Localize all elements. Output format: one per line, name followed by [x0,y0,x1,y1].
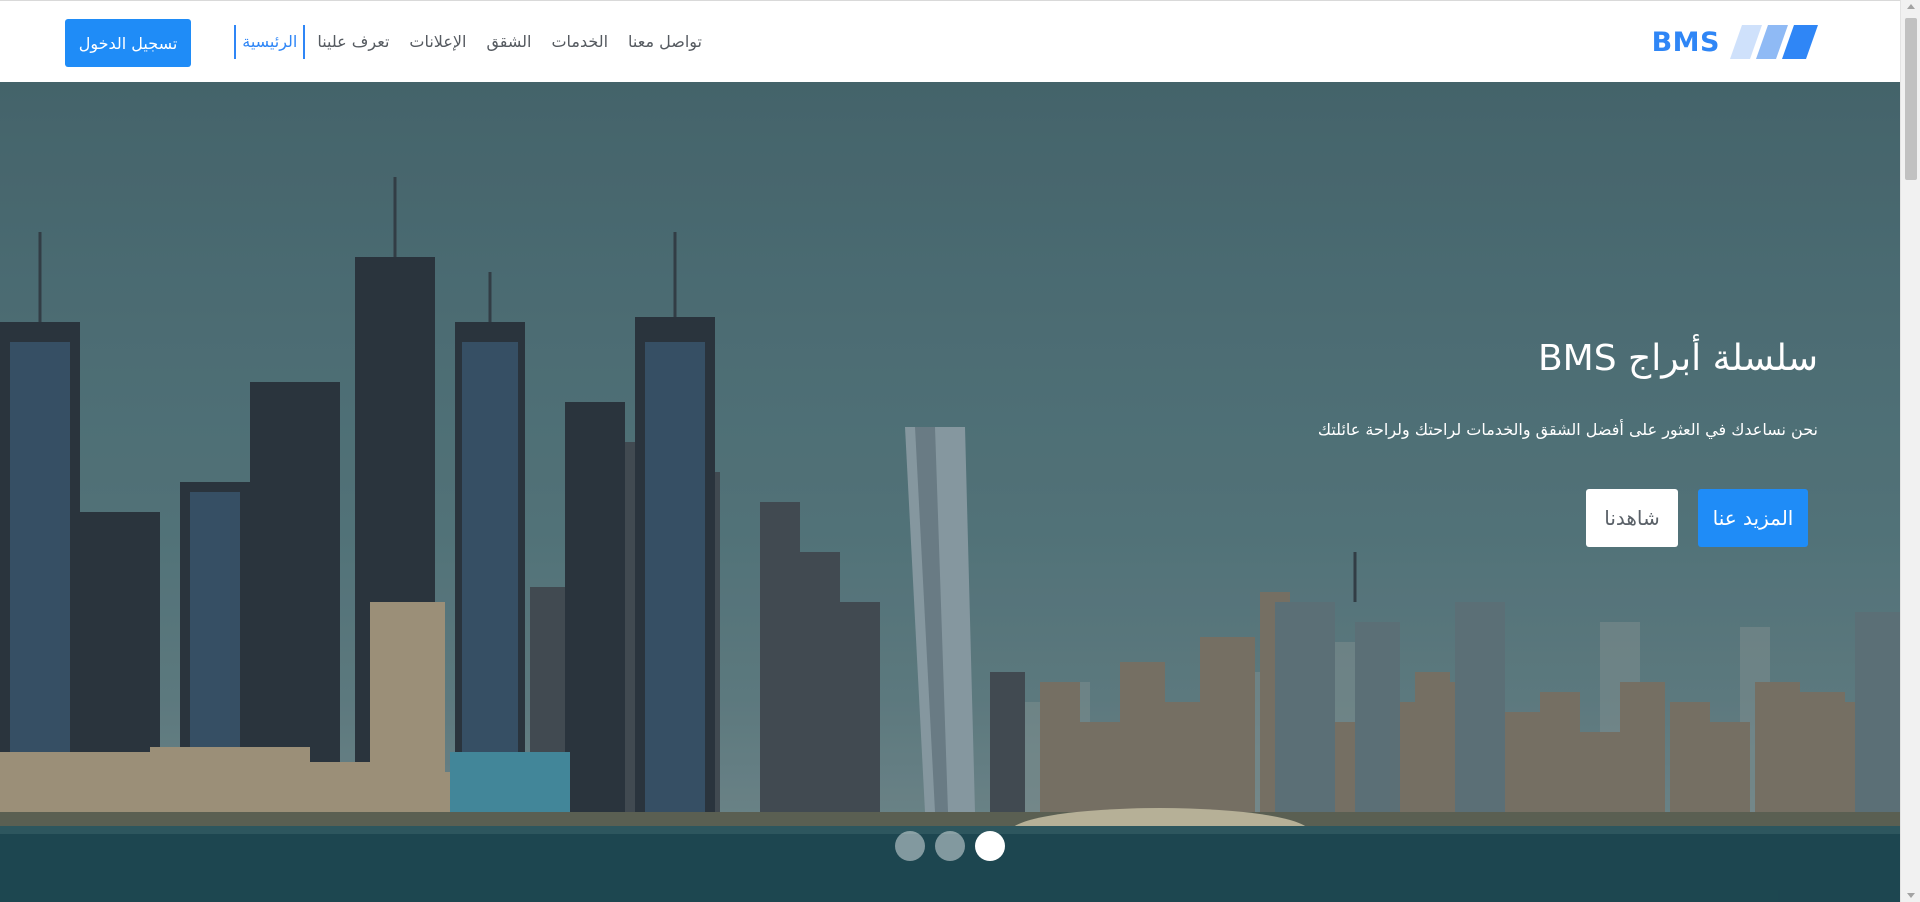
brand[interactable]: BMS [1652,21,1818,63]
hero-buttons: المزيد عنا شاهدنا [1018,489,1818,548]
scroll-down-icon[interactable] [1907,893,1915,898]
nav-item-services[interactable]: الخدمات [543,25,616,59]
hero-subtitle: نحن نساعدك في العثور على أفضل الشقق والخ… [1317,420,1818,440]
nav-item-home[interactable]: الرئيسية [234,25,306,59]
carousel-dot-3[interactable] [975,831,1005,861]
watch-us-button[interactable]: شاهدنا [1586,489,1678,548]
scroll-thumb[interactable] [1905,18,1917,180]
more-about-us-button[interactable]: المزيد عنا [1698,489,1808,548]
nav-item-apartments[interactable]: الشقق [478,25,539,59]
stripes-logo-icon[interactable] [1730,23,1818,61]
hero-carousel: سلسلة أبراج BMS نحن نساعدك في العثور على… [0,82,1900,902]
hero-caption: سلسلة أبراج BMS نحن نساعدك في العثور على… [1018,337,1818,548]
hero-title: سلسلة أبراج BMS [1537,338,1818,379]
vertical-scrollbar[interactable] [1900,0,1920,902]
brand-name[interactable]: BMS [1652,27,1720,58]
main-nav: الرئيسية تعرف علينا الإعلانات الشقق الخد… [230,25,710,59]
nav-item-about[interactable]: تعرف علينا [309,25,397,59]
nav-item-ads[interactable]: الإعلانات [401,25,474,59]
login-button[interactable]: تسجيل الدخول [65,19,191,67]
carousel-dot-1[interactable] [895,831,925,861]
carousel-dot-2[interactable] [935,831,965,861]
page: BMS الرئيسية تعرف علينا الإعلانات الشقق … [0,0,1920,902]
carousel-indicators [895,831,1005,861]
navbar: BMS الرئيسية تعرف علينا الإعلانات الشقق … [0,0,1900,82]
scroll-up-icon[interactable] [1907,4,1915,9]
nav-item-contact[interactable]: تواصل معنا [620,25,710,59]
